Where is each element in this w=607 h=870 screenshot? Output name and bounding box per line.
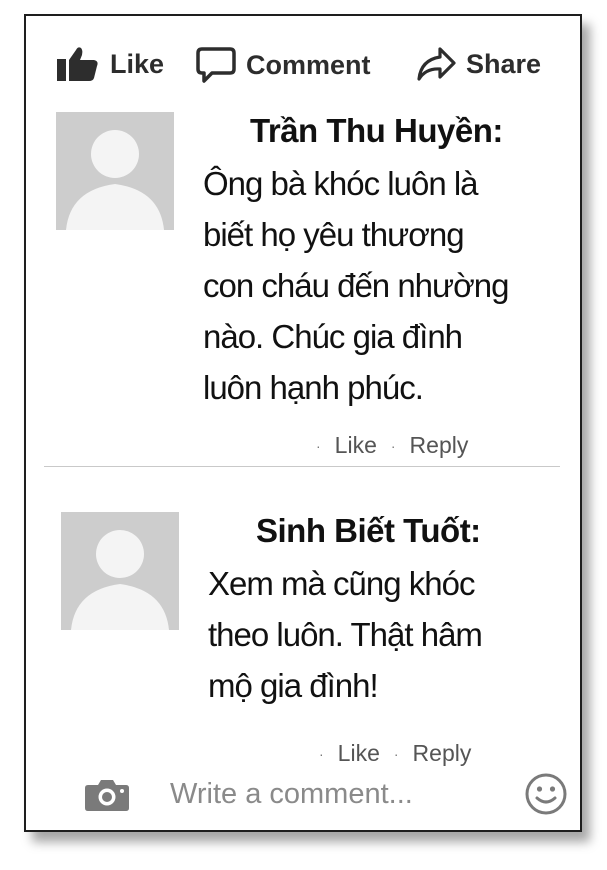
comment-like-link[interactable]: Like	[335, 432, 377, 459]
avatar[interactable]	[56, 112, 174, 230]
comment-meta: · Like · Reply	[319, 740, 471, 767]
comment-author[interactable]: Trần Thu Huyền:	[250, 112, 503, 150]
comment-divider	[44, 466, 560, 467]
comment-button[interactable]: Comment	[196, 46, 371, 84]
camera-icon[interactable]	[84, 778, 130, 817]
default-user-icon	[56, 112, 174, 230]
thumbs-up-icon	[56, 46, 100, 82]
comment-meta: · Like · Reply	[316, 432, 468, 459]
like-button[interactable]: Like	[56, 46, 164, 82]
separator-dot: ·	[390, 437, 396, 454]
comment-like-link[interactable]: Like	[338, 740, 380, 767]
separator-dot: ·	[316, 437, 321, 454]
separator-dot: ·	[319, 745, 324, 762]
share-label: Share	[466, 48, 542, 79]
share-button[interactable]: Share	[416, 46, 541, 82]
default-user-icon	[61, 512, 179, 630]
comment-text: Ông bà khóc luôn là biết họ yêu thương c…	[203, 165, 509, 406]
comment-author[interactable]: Sinh Biết Tuốt:	[256, 512, 481, 550]
avatar[interactable]	[61, 512, 179, 630]
comment-composer	[84, 768, 570, 818]
smiley-icon[interactable]	[524, 772, 568, 821]
comment-label: Comment	[246, 49, 371, 80]
share-arrow-icon	[416, 46, 456, 82]
speech-bubble-icon	[196, 46, 236, 84]
comment-reply-link[interactable]: Reply	[413, 740, 472, 767]
comment-reply-link[interactable]: Reply	[410, 432, 469, 459]
separator-dot: ·	[393, 745, 399, 762]
post-action-bar: Like Comment Share	[56, 46, 560, 86]
comment-input[interactable]	[170, 774, 490, 814]
comment-text: Xem mà cũng khóc theo luôn. Thật hâm mộ …	[208, 565, 483, 704]
comment-card: Like Comment Share Trần Thu Huyền: Ông b…	[24, 14, 582, 832]
like-label: Like	[110, 48, 165, 79]
